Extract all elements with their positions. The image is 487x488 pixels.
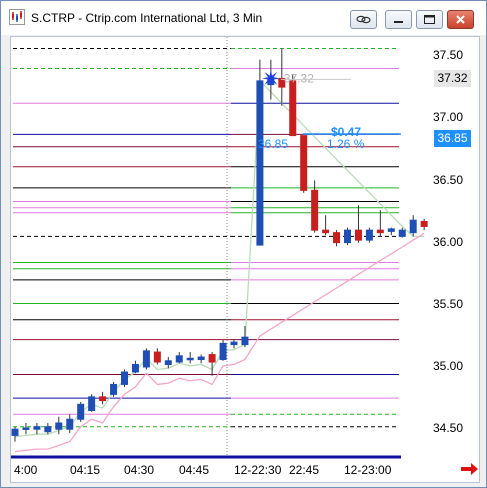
x-tick-label: 04:45 <box>179 463 210 477</box>
annotation-price: 36.85 <box>258 137 288 151</box>
candle-body <box>420 220 428 227</box>
candle-body <box>409 219 417 234</box>
candle-body <box>88 396 96 412</box>
y-tick-label: 35.00 <box>433 359 464 373</box>
candle-body <box>344 229 351 244</box>
candle-body <box>311 189 319 231</box>
y-tick-label: 35.50 <box>433 297 464 311</box>
candle-body <box>164 360 172 366</box>
x-tick-label: 22:45 <box>289 463 320 477</box>
candle-body <box>289 80 297 137</box>
x-tick-label: 04:30 <box>124 463 155 477</box>
candle-body <box>376 229 384 234</box>
candle-body <box>131 364 139 373</box>
candle-body <box>33 426 41 430</box>
candle-body <box>66 418 74 430</box>
close-button[interactable] <box>447 10 474 29</box>
candle-body <box>398 229 406 237</box>
candle-body <box>175 355 183 363</box>
candle-body <box>142 350 150 368</box>
annotation-high: 37.32 <box>284 71 314 85</box>
candle-body <box>354 229 362 241</box>
minimize-icon <box>394 21 403 23</box>
chart-area[interactable]: 37.32 $0.47 36.85 1.26 % 37.50 37.32 37.00 … <box>10 36 480 483</box>
candle-body <box>121 371 128 385</box>
high-marker-star-icon <box>261 69 280 88</box>
candle-body <box>22 427 30 430</box>
candle-body <box>55 422 63 430</box>
candle-body <box>110 383 118 395</box>
candle-body <box>77 403 85 420</box>
second-price-label: 36.85 <box>434 130 471 147</box>
candle-body <box>241 336 249 346</box>
candle-body <box>197 356 205 361</box>
y-tick-label: 34.50 <box>433 421 464 435</box>
last-price-label: 37.32 <box>434 70 471 87</box>
link-icon <box>356 15 371 24</box>
candle-body <box>230 341 238 346</box>
candle-body <box>387 228 395 232</box>
candle-body <box>256 80 264 246</box>
window-title: S.CTRP - Ctrip.com International Ltd, 3 … <box>31 11 263 25</box>
candle-body <box>300 135 308 191</box>
scroll-right-arrow-icon[interactable] <box>461 462 479 476</box>
x-tick-label: 04:15 <box>70 463 101 477</box>
candle-body <box>153 351 161 363</box>
x-tick-label: 12-22:30 <box>234 463 282 477</box>
y-tick-label: 37.50 <box>433 48 464 62</box>
candle-body <box>322 229 330 234</box>
price-chart[interactable]: 37.32$0.4736.85 1.26 % <box>11 37 479 482</box>
chart-window: S.CTRP - Ctrip.com International Ltd, 3 … <box>0 0 487 488</box>
candle-body <box>219 342 227 361</box>
minimize-button[interactable] <box>385 10 412 29</box>
x-tick-label: 12-23:00 <box>344 463 392 477</box>
y-tick-label: 37.00 <box>433 110 464 124</box>
link-button[interactable] <box>350 10 377 29</box>
maximize-button[interactable] <box>416 10 443 29</box>
chart-app-icon <box>9 9 25 25</box>
title-bar[interactable]: S.CTRP - Ctrip.com International Ltd, 3 … <box>1 1 486 35</box>
moving-average-line <box>14 232 425 453</box>
maximize-icon <box>424 15 435 24</box>
x-tick-label: 4:00 <box>14 463 38 477</box>
annotation-percent: 1.26 % <box>327 137 365 151</box>
candle-body <box>99 396 107 402</box>
candle-body <box>208 354 216 363</box>
close-icon <box>456 15 465 24</box>
candle-body <box>44 426 52 433</box>
candle-body <box>186 357 194 361</box>
candle-body <box>333 232 341 244</box>
candle-body <box>11 428 19 436</box>
y-tick-label: 36.50 <box>433 173 464 187</box>
y-tick-label: 36.00 <box>433 235 464 249</box>
candle-body <box>365 229 373 241</box>
